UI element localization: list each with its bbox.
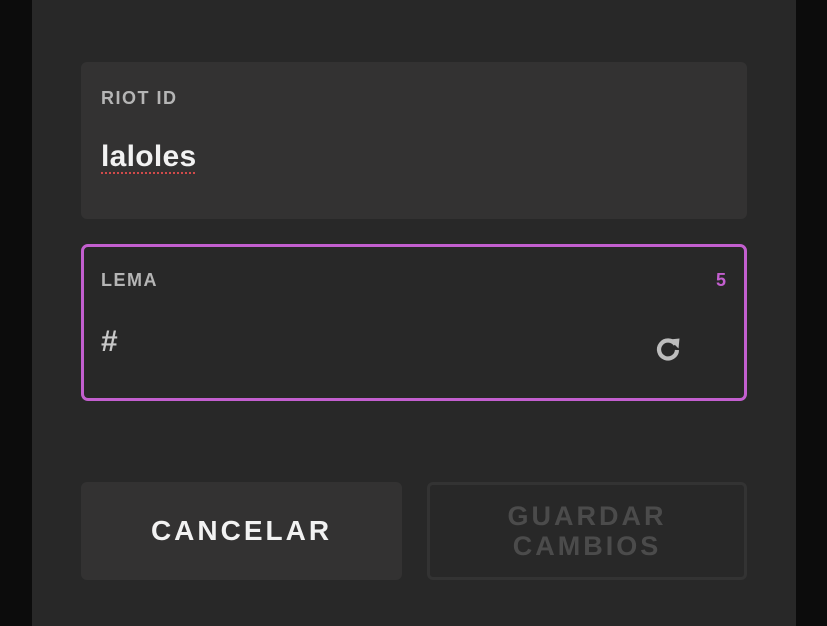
refresh-icon[interactable] <box>654 335 682 363</box>
cancel-button[interactable]: CANCELAR <box>81 482 402 580</box>
edit-riot-id-panel: RIOT ID laloles LEMA 5 # CANCELAR GUARDA… <box>32 0 796 626</box>
save-changes-button[interactable]: GUARDAR CAMBIOS <box>427 482 747 580</box>
tagline-hash-prefix: # <box>101 325 118 358</box>
riot-id-input[interactable]: laloles <box>101 140 196 174</box>
tagline-char-counter: 5 <box>715 270 726 290</box>
tagline-label: LEMA <box>101 270 158 290</box>
riot-id-value: laloles <box>101 140 197 173</box>
tagline-field[interactable]: LEMA 5 # <box>81 244 747 401</box>
riot-id-field[interactable]: RIOT ID laloles <box>81 62 747 219</box>
tagline-input[interactable]: # <box>101 325 118 359</box>
riot-id-label: RIOT ID <box>101 88 178 108</box>
